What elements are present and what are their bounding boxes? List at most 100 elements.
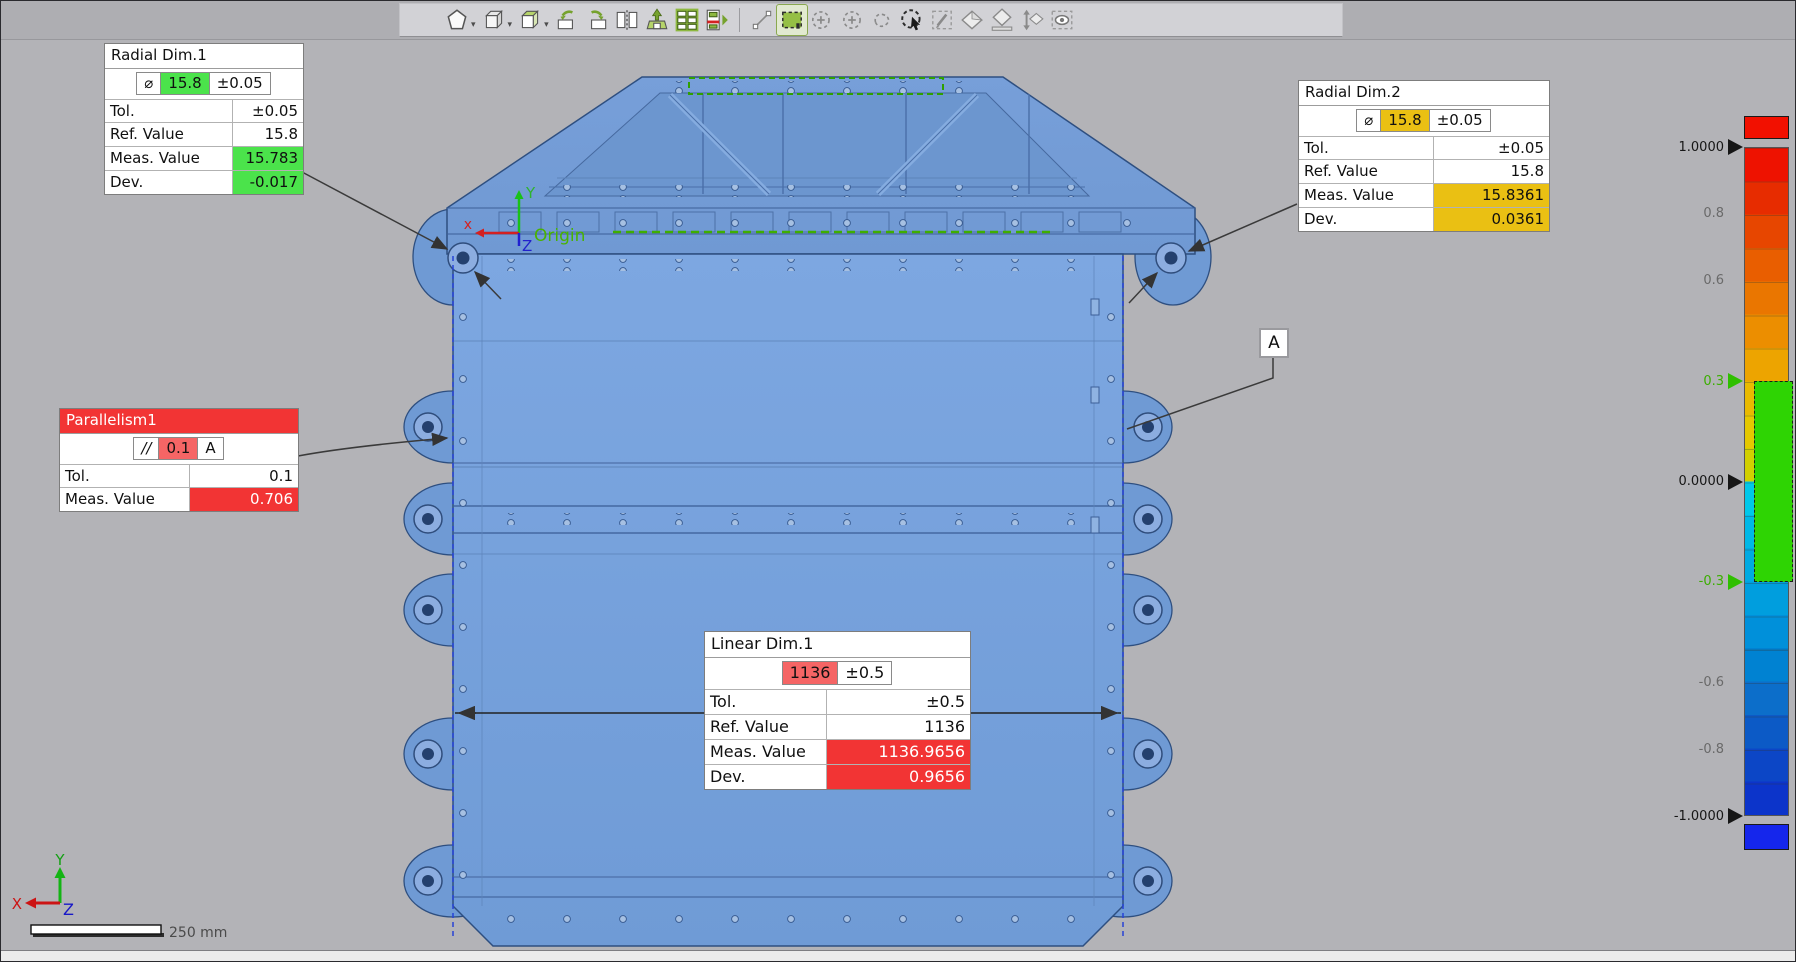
dropdown-arrow-icon[interactable]: ▾ [508,20,513,30]
table-row: Dev.0.0361 [1299,207,1549,230]
pick-selection-icon[interactable] [897,5,927,35]
legend-tick: 0.8 [1601,205,1743,223]
toolbar-strip: ▾ ▾ ▾ [1,1,1795,40]
triad-z-label: Z [63,900,74,919]
legend-tick-label: -0.8 [1699,742,1724,757]
legend-tick-spacer [1728,273,1743,289]
legend-tick: 1.0000 [1601,138,1743,156]
part-model[interactable] [404,77,1211,946]
annotation-spec-row: ⌀15.8±0.05 [1299,105,1549,136]
legend-tick-label: -0.6 [1699,675,1724,690]
legend-above-max-block [1744,116,1789,139]
table-row: Ref. Value15.8 [105,123,303,147]
toolbar: ▾ ▾ ▾ [399,3,1343,37]
circle-selection-subtract-icon[interactable] [837,5,867,35]
legend-tick-label: 0.8 [1703,206,1724,221]
table-row: Dev.0.9656 [705,765,970,790]
circle-selection-add-icon[interactable] [807,5,837,35]
annotation-parallelism-1[interactable]: Parallelism1 //0.1A Tol.0.1 Meas. Value0… [59,408,299,512]
polygon-view-icon[interactable] [442,5,472,35]
legend-tick: 0.6 [1601,272,1743,290]
rectangle-selection-icon[interactable] [777,5,807,35]
visibility-selection-icon[interactable] [1047,5,1077,35]
table-navigation-icon[interactable] [702,5,732,35]
legend-marker-triangle[interactable] [1728,574,1743,590]
legend-marker-triangle[interactable] [1728,373,1743,389]
align-view-icon[interactable] [642,5,672,35]
annotation-spec-row: //0.1A [60,433,298,464]
tolerance-value: ±0.05 [209,72,271,95]
legend-tick-label: 1.0000 [1679,140,1725,155]
datum-reference: A [197,437,223,460]
box-view-icon[interactable] [479,5,509,35]
nominal-value: 15.8 [1380,109,1429,132]
window-bottom-edge [1,950,1795,961]
legend-tick-spacer [1728,206,1743,222]
table-row: Meas. Value1136.9656 [705,740,970,765]
table-row: Tol.±0.05 [105,99,303,123]
nominal-value: 15.8 [160,72,209,95]
surface-plane-selection-icon[interactable] [987,5,1017,35]
table-row: Ref. Value15.8 [1299,160,1549,184]
annotation-radial-dim-1[interactable]: Radial Dim.1 ⌀15.8±0.05 Tol.±0.05 Ref. V… [104,43,304,195]
nominal-value: 1136 [782,661,839,685]
table-row: Meas. Value0.706 [60,488,298,511]
datum-letter: A [1268,333,1280,353]
legend-tick-spacer [1728,741,1743,757]
table-row: Dev.-0.017 [105,170,303,193]
origin-z-axis-label: Z [522,237,532,255]
tables-grid-icon[interactable] [672,5,702,35]
table-row: Meas. Value15.8361 [1299,184,1549,208]
annotation-radial-dim-2[interactable]: Radial Dim.2 ⌀15.8±0.05 Tol.±0.05 Ref. V… [1298,80,1550,232]
annotation-spec-row: 1136±0.5 [705,657,970,689]
datum-label[interactable]: A [1259,328,1289,358]
legend-marker-triangle[interactable] [1728,808,1743,824]
origin-y-axis-label: Y [525,184,536,202]
through-selection-icon[interactable] [1017,5,1047,35]
legend-tolerance-zone[interactable] [1754,381,1793,582]
scale-bar-label: 250 mm [169,925,227,941]
triad-y-label: Y [54,851,65,869]
rotate-view-left-icon[interactable] [552,5,582,35]
table-row: Ref. Value1136 [705,715,970,740]
legend-tick-label: 0.6 [1703,273,1724,288]
cube-faces-view-icon[interactable] [515,5,545,35]
origin-label: Origin [534,226,585,246]
legend-below-min-block [1744,824,1789,850]
rotate-view-right-icon[interactable] [582,5,612,35]
legend-tick: 0.3 [1601,372,1743,390]
measure-line-icon[interactable] [747,5,777,35]
annotation-title: Radial Dim.1 [105,44,303,68]
annotation-title: Parallelism1 [60,409,298,433]
view-triad: Y X Z [12,851,74,919]
annotation-spec-row: ⌀15.8±0.05 [105,68,303,99]
toolbar-separator [739,8,740,32]
legend-marker-triangle[interactable] [1728,474,1743,490]
legend-tick-label: 0.3 [1703,374,1724,389]
legend-tick: -0.6 [1601,673,1743,691]
dropdown-arrow-icon[interactable]: ▾ [544,20,549,30]
diameter-symbol: ⌀ [136,72,161,95]
tolerance-value: ±0.05 [1429,109,1491,132]
split-view-icon[interactable] [612,5,642,35]
legend-marker-triangle[interactable] [1728,139,1743,155]
annotation-title: Linear Dim.1 [705,632,970,657]
brush-selection-icon[interactable] [927,5,957,35]
annotation-linear-dim-1[interactable]: Linear Dim.1 1136±0.5 Tol.±0.5 Ref. Valu… [704,631,971,790]
table-row: Tol.±0.05 [1299,136,1549,160]
table-row: Meas. Value15.783 [105,147,303,171]
surface-selection-icon[interactable] [957,5,987,35]
table-row: Tol.0.1 [60,464,298,488]
annotation-title: Radial Dim.2 [1299,81,1549,105]
legend-tick-label: -0.3 [1699,574,1724,589]
diameter-symbol: ⌀ [1356,109,1381,132]
dropdown-arrow-icon[interactable]: ▾ [471,20,476,30]
table-row: Tol.±0.5 [705,690,970,715]
legend-tick-spacer [1728,674,1743,690]
legend-tick: -1.0000 [1601,807,1743,825]
scale-bar: 250 mm [31,925,227,941]
freeform-selection-icon[interactable] [867,5,897,35]
origin-x-axis-label: x [464,217,472,233]
legend-tick: -0.3 [1601,573,1743,591]
legend-tick-label: 0.0000 [1679,474,1725,489]
